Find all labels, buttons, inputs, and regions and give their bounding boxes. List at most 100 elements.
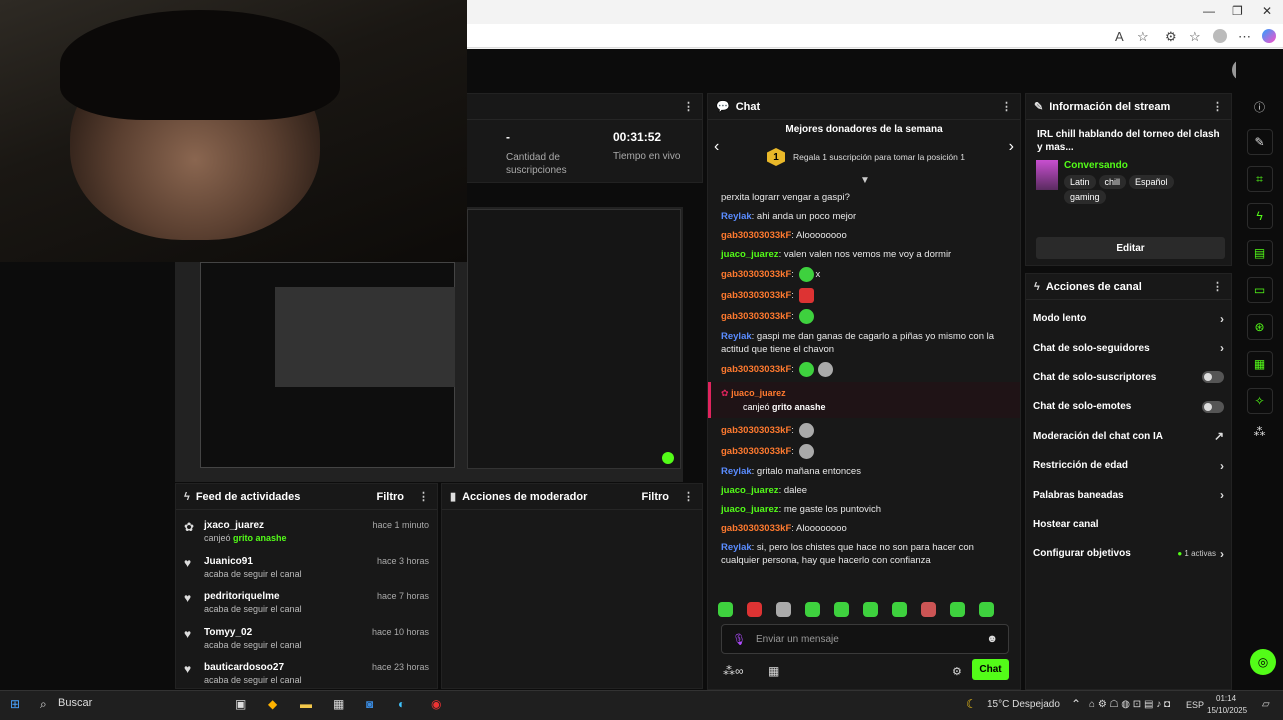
maximize-button[interactable]: ❐: [1232, 4, 1243, 18]
minimize-button[interactable]: —: [1203, 4, 1215, 18]
emote-icon[interactable]: [798, 267, 814, 282]
copilot-taskbar-icon[interactable]: ◆: [268, 697, 277, 711]
chat-username[interactable]: gab30303033kF: [721, 311, 791, 322]
category-name[interactable]: Conversando: [1064, 160, 1221, 171]
actions-menu-icon[interactable]: ⋮: [1212, 280, 1223, 293]
chat-username[interactable]: juaco_juarez: [721, 485, 779, 496]
favorites-icon[interactable]: ☆: [1189, 29, 1201, 45]
profile-icon[interactable]: [1213, 29, 1227, 43]
feed-username[interactable]: bauticardosoo27: [204, 662, 284, 673]
channel-action-row[interactable]: Palabras baneadas ›: [1026, 480, 1231, 509]
redeem-user[interactable]: juaco_juarez: [731, 388, 786, 398]
points-icon[interactable]: ⁂: [1236, 425, 1283, 439]
quick-emote-icon[interactable]: [718, 602, 733, 617]
quick-emote-icon[interactable]: [747, 602, 762, 617]
extensions-icon[interactable]: ⚙: [1165, 29, 1177, 45]
chat-username[interactable]: Reylak: [721, 211, 752, 222]
emote-icon[interactable]: [798, 309, 814, 324]
feed-username[interactable]: Tomyy_02: [204, 627, 252, 638]
quick-emote-icon[interactable]: [950, 602, 965, 617]
broadcast-icon[interactable]: ⊛: [1246, 314, 1273, 340]
search-icon[interactable]: ⌕: [40, 697, 47, 712]
quick-emote-icon[interactable]: [979, 602, 994, 617]
quick-emote-icon[interactable]: [834, 602, 849, 617]
help-chat-icon[interactable]: ◎: [1250, 649, 1276, 675]
edge-icon[interactable]: ◐: [398, 697, 405, 711]
outlook-icon[interactable]: ◙: [366, 697, 373, 711]
quick-emote-icon[interactable]: [863, 602, 878, 617]
taskbar-search[interactable]: Buscar: [58, 697, 92, 709]
toggle-switch[interactable]: [1202, 371, 1224, 384]
channel-action-row[interactable]: Hostear canal: [1026, 510, 1231, 539]
folder-icon[interactable]: ▬: [300, 697, 312, 711]
emote-icon[interactable]: [798, 444, 814, 459]
chat-username[interactable]: juaco_juarez: [721, 249, 779, 260]
quick-emote-icon[interactable]: [805, 602, 820, 617]
mod-filter-button[interactable]: Filtro: [642, 491, 670, 503]
feed-filter-button[interactable]: Filtro: [377, 491, 405, 503]
text-size-icon[interactable]: A: [1115, 29, 1124, 44]
store-app-icon[interactable]: ▦: [333, 697, 344, 711]
tray-chevron-icon[interactable]: ⌃: [1071, 697, 1081, 711]
channel-action-row[interactable]: Chat de solo-emotes: [1026, 392, 1231, 421]
category-thumbnail[interactable]: [1036, 160, 1058, 190]
channel-action-row[interactable]: Configurar objetivos ● 1 activas ›: [1026, 539, 1231, 568]
address-bar[interactable]: [467, 24, 1283, 48]
channel-action-row[interactable]: Chat de solo-seguidores ›: [1026, 333, 1231, 362]
pen-icon[interactable]: ✎: [1246, 129, 1273, 155]
crop-icon[interactable]: ⌗: [1246, 166, 1273, 192]
lightning-icon[interactable]: ϟ: [1246, 203, 1273, 229]
feed-username[interactable]: jxaco_juarez: [204, 520, 264, 531]
chat-username[interactable]: gab30303033kF: [721, 523, 791, 534]
points-infinity-icon[interactable]: ⁂∞: [723, 664, 744, 678]
emoji-icon[interactable]: ☻: [986, 633, 998, 645]
task-view-icon[interactable]: ▣: [235, 697, 246, 711]
chat-username[interactable]: gab30303033kF: [721, 290, 791, 301]
more-icon[interactable]: ⋯: [1238, 29, 1251, 45]
stream-tag[interactable]: gaming: [1063, 190, 1106, 204]
chat-username[interactable]: gab30303033kF: [721, 425, 791, 436]
feed-username[interactable]: pedritoriquelme: [204, 591, 280, 602]
chat-username[interactable]: gab30303033kF: [721, 230, 791, 241]
chat-input[interactable]: 🎙 Enviar un mensaje ☻: [721, 624, 1009, 654]
mod-menu-icon[interactable]: ⋮: [683, 490, 694, 503]
chevron-right-icon[interactable]: ›: [1009, 138, 1014, 156]
chat-username[interactable]: juaco_juarez: [721, 504, 779, 515]
stream-tag[interactable]: chill: [1098, 175, 1127, 189]
tray-icons[interactable]: ⌂ ⚙ ☖ ◍ ⊡ ▤ ♪ ◘: [1089, 699, 1170, 710]
clock-date[interactable]: 15/10/2025: [1207, 706, 1247, 715]
windows-start-icon[interactable]: ⊞: [10, 697, 20, 711]
emote-icon[interactable]: [798, 288, 814, 303]
close-window-button[interactable]: ✕: [1262, 4, 1272, 18]
stream-tag[interactable]: Español: [1129, 175, 1174, 189]
quick-emote-icon[interactable]: [776, 602, 791, 617]
feed-username[interactable]: Juanico91: [204, 556, 253, 567]
layout-icon[interactable]: ▦: [1246, 351, 1273, 377]
quick-emote-icon[interactable]: [921, 602, 936, 617]
obs-icon[interactable]: ◉: [431, 697, 441, 711]
chevron-left-icon[interactable]: ‹: [714, 138, 719, 156]
emote-icon[interactable]: [798, 423, 814, 438]
chat-menu-icon[interactable]: ⋮: [1001, 100, 1012, 113]
chat-username[interactable]: gab30303033kF: [721, 364, 791, 375]
toggle-switch[interactable]: [1202, 400, 1224, 413]
channel-action-row[interactable]: Chat de solo-suscriptores: [1026, 363, 1231, 392]
weather-text[interactable]: 15°C Despejado: [987, 699, 1060, 710]
collapse-icon[interactable]: ▼: [860, 175, 870, 186]
info-circle-icon[interactable]: ⓘ: [1236, 99, 1283, 115]
channel-action-row[interactable]: Restricción de edad ›: [1026, 451, 1231, 480]
document-icon[interactable]: ▤: [1246, 240, 1273, 266]
language-indicator[interactable]: ESP: [1186, 700, 1204, 710]
chat-username[interactable]: Reylak: [721, 466, 752, 477]
emote-icon[interactable]: [798, 362, 814, 377]
chat-username[interactable]: Reylak: [721, 331, 752, 342]
clock-time[interactable]: 01:14: [1216, 694, 1236, 703]
channel-action-row[interactable]: Moderación del chat con IA ↗: [1026, 422, 1231, 451]
info-menu-icon[interactable]: ⋮: [1212, 100, 1223, 113]
stream-tag[interactable]: Latin: [1063, 175, 1096, 189]
feed-menu-icon[interactable]: ⋮: [418, 490, 429, 503]
mic-icon[interactable]: 🎙: [732, 633, 746, 646]
quick-emote-icon[interactable]: [892, 602, 907, 617]
send-chat-button[interactable]: Chat: [972, 659, 1009, 680]
chat-username[interactable]: Reylak: [721, 542, 752, 553]
